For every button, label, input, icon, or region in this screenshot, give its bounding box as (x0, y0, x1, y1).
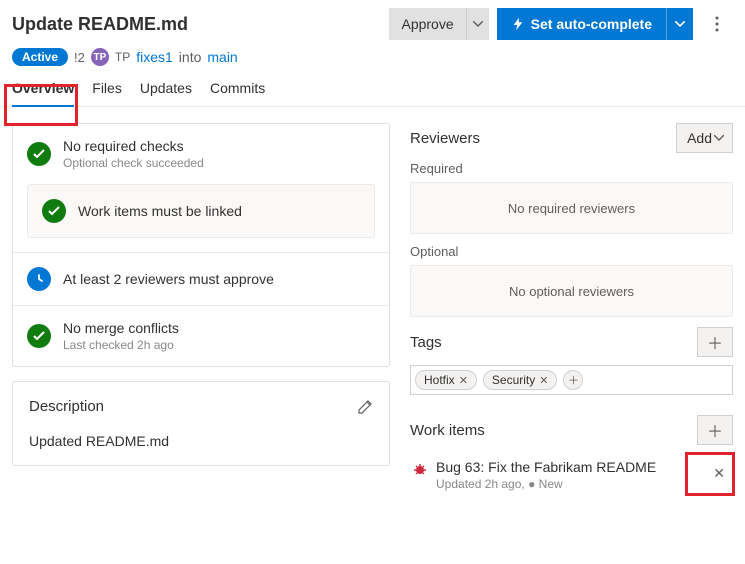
add-tag-section-button[interactable]: ＋ (697, 327, 733, 357)
remove-tag-icon[interactable]: ✕ (459, 374, 468, 387)
checks-card: No required checks Optional check succee… (12, 123, 390, 367)
tag-security[interactable]: Security✕ (483, 370, 558, 390)
add-workitem-button[interactable]: ＋ (697, 415, 733, 445)
pr-id: !2 (74, 50, 85, 65)
more-actions-button[interactable] (701, 8, 733, 40)
check-required-title: No required checks (63, 138, 204, 154)
tab-commits[interactable]: Commits (210, 80, 265, 106)
tab-overview[interactable]: Overview (12, 80, 74, 106)
required-label: Required (410, 161, 733, 176)
status-badge: Active (12, 48, 68, 66)
optional-label: Optional (410, 244, 733, 259)
description-body: Updated README.md (29, 433, 373, 449)
tag-hotfix[interactable]: Hotfix✕ (415, 370, 477, 390)
check-workitems-title: Work items must be linked (78, 203, 242, 219)
pencil-icon (357, 399, 373, 415)
chevron-down-icon (473, 21, 483, 27)
page-title: Update README.md (12, 14, 188, 35)
check-pass-icon (27, 142, 51, 166)
check-conflicts-title: No merge conflicts (63, 320, 179, 336)
tab-bar: Overview Files Updates Commits (0, 66, 745, 107)
check-pass-icon (42, 199, 66, 223)
chevron-down-icon (675, 21, 685, 27)
workitems-title: Work items (410, 422, 485, 439)
reviewers-title: Reviewers (410, 130, 480, 147)
chevron-down-icon (714, 135, 724, 141)
add-tag-inline[interactable]: ＋ (563, 370, 583, 390)
target-branch-link[interactable]: main (207, 49, 237, 65)
clock-icon (27, 267, 51, 291)
remove-workitem-button[interactable]: ✕ (707, 459, 731, 488)
kebab-icon (715, 16, 719, 32)
check-pass-icon (27, 324, 51, 348)
check-reviewers-title: At least 2 reviewers must approve (63, 271, 274, 287)
description-title: Description (29, 398, 104, 415)
approve-button[interactable]: Approve (389, 8, 465, 40)
edit-description-button[interactable] (357, 399, 373, 415)
tag-row: Hotfix✕ Security✕ ＋ (410, 365, 733, 395)
add-reviewer-button[interactable]: Add (676, 123, 733, 153)
tab-files[interactable]: Files (92, 80, 122, 106)
work-item-row: Bug 63: Fix the Fabrikam README Updated … (410, 453, 733, 497)
work-item-sub: Updated 2h ago, ● New (436, 477, 656, 491)
autocomplete-icon (511, 17, 525, 31)
into-text: into (179, 49, 202, 65)
source-branch-link[interactable]: fixes1 (136, 49, 173, 65)
work-item-title[interactable]: Bug 63: Fix the Fabrikam README (436, 459, 656, 475)
set-autocomplete-button[interactable]: Set auto-complete (497, 8, 666, 40)
description-card: Description Updated README.md (12, 381, 390, 466)
tab-updates[interactable]: Updates (140, 80, 192, 106)
avatar: TP (91, 48, 109, 66)
tags-title: Tags (410, 334, 442, 351)
remove-tag-icon[interactable]: ✕ (539, 374, 548, 387)
check-required-sub: Optional check succeeded (63, 156, 204, 170)
optional-reviewers-empty: No optional reviewers (410, 265, 733, 317)
author-name: TP (115, 50, 130, 64)
check-conflicts-sub: Last checked 2h ago (63, 338, 179, 352)
approve-dropdown[interactable] (466, 8, 489, 40)
bug-icon (412, 461, 428, 477)
required-reviewers-empty: No required reviewers (410, 182, 733, 234)
complete-dropdown[interactable] (666, 8, 693, 40)
